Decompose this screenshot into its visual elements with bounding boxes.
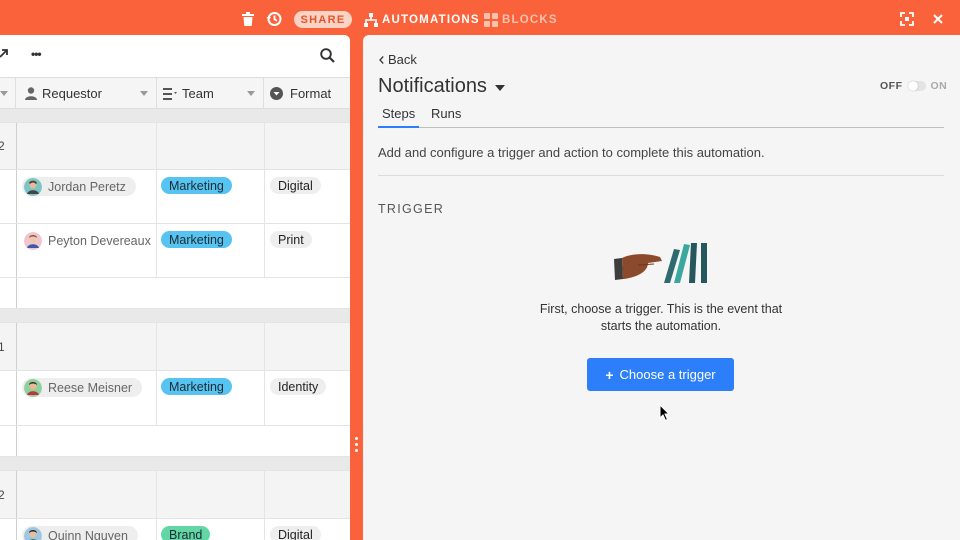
team-tag: Marketing — [161, 378, 232, 395]
share-button[interactable]: SHARE — [294, 11, 352, 28]
column-label: Team — [182, 86, 214, 101]
automation-toggle[interactable]: OFF ON — [880, 80, 947, 92]
requestor-chip[interactable]: Reese Meisner — [22, 378, 143, 397]
top-bar: SHARE AUTOMATIONS BLOCKS — [0, 0, 960, 38]
section-label-trigger: TRIGGER — [378, 202, 445, 216]
grip-dot — [355, 449, 358, 452]
trigger-prompt: First, choose a trigger. This is the eve… — [511, 301, 811, 335]
tab-runs[interactable]: Runs — [431, 106, 461, 128]
table-row[interactable]: Quinn Nguyen Brand Digital — [0, 519, 350, 540]
automation-tabs: Steps Runs — [378, 105, 944, 128]
group-summary-row: 2 — [0, 471, 350, 519]
avatar — [24, 177, 42, 196]
back-label: Back — [388, 52, 417, 67]
requestor-name: Reese Meisner — [48, 380, 133, 395]
chevron-left-icon — [379, 55, 384, 64]
tab-blocks[interactable]: BLOCKS — [484, 11, 558, 28]
search-icon[interactable] — [320, 48, 335, 68]
chevron-down-icon — [0, 91, 8, 96]
prompt-line: First, choose a trigger. This is the eve… — [539, 302, 783, 316]
toggle-off-label: OFF — [880, 80, 903, 92]
column-header-prev[interactable] — [0, 78, 16, 109]
format-tag: Print — [270, 231, 312, 248]
group-header[interactable] — [0, 309, 350, 323]
toggle-on-label: ON — [930, 80, 948, 92]
more-button[interactable]: ••• — [31, 47, 42, 61]
automation-description: Add and configure a trigger and action t… — [378, 145, 765, 160]
avatar — [24, 231, 42, 250]
format-tag: Identity — [270, 378, 327, 395]
table-row[interactable]: Reese Meisner Marketing Identity — [0, 371, 350, 426]
group-count: 2 — [0, 139, 5, 153]
column-label: Format — [290, 86, 332, 101]
requestor-name: Quinn Nguyen — [48, 528, 128, 540]
column-label: Requestor — [42, 86, 102, 101]
column-header-team[interactable]: Team — [157, 78, 264, 109]
table-row[interactable]: Jordan Peretz Marketing Digital — [0, 170, 350, 224]
blocks-icon — [484, 12, 498, 27]
list-icon — [163, 88, 177, 100]
hand-dominoes-illustration — [614, 243, 707, 283]
avatar — [24, 378, 42, 397]
caret-down-icon — [494, 84, 505, 91]
close-icon[interactable] — [929, 10, 947, 28]
grid-toolbar: ••• — [0, 35, 350, 77]
team-tag: Brand — [161, 526, 211, 540]
blocks-label: BLOCKS — [502, 13, 558, 26]
group-count: 1 — [0, 340, 5, 354]
plus-icon: + — [605, 366, 614, 383]
group-count: 2 — [0, 488, 5, 502]
grip-dot — [355, 437, 358, 440]
choose-trigger-button[interactable]: + Choose a trigger — [587, 358, 734, 391]
chevron-down-icon — [140, 91, 148, 96]
requestor-chip[interactable]: Jordan Peretz — [22, 177, 136, 196]
automations-panel: Back Notifications OFF ON Steps Runs Add… — [363, 35, 960, 540]
toggle-switch[interactable] — [907, 81, 926, 91]
requestor-name: Jordan Peretz — [48, 179, 126, 194]
grid-panel: ••• Requestor Team Format 2 Jordan Peret… — [0, 35, 350, 540]
grip-dot — [355, 443, 358, 446]
mouse-cursor-icon — [659, 404, 671, 422]
panel-resize-handle[interactable] — [350, 35, 363, 540]
automation-name: Notifications — [378, 75, 487, 97]
back-link[interactable]: Back — [379, 52, 417, 67]
grid-header: Requestor Team Format — [0, 77, 350, 109]
choose-trigger-label: Choose a trigger — [619, 367, 716, 382]
group-header[interactable] — [0, 109, 350, 123]
chevron-down-icon — [247, 91, 255, 96]
fullscreen-icon[interactable] — [898, 10, 916, 28]
tab-automations[interactable]: AUTOMATIONS — [364, 11, 480, 28]
group-summary-row: 1 — [0, 323, 350, 371]
add-row[interactable] — [0, 278, 350, 309]
history-icon[interactable] — [265, 10, 283, 28]
group-header[interactable] — [0, 457, 350, 471]
automations-icon — [364, 12, 378, 27]
tab-steps[interactable]: Steps — [378, 106, 420, 128]
team-tag: Marketing — [161, 177, 232, 194]
expand-icon[interactable] — [0, 48, 8, 66]
chevron-circle-icon — [270, 87, 283, 100]
person-icon — [25, 87, 37, 100]
requestor-chip[interactable]: Peyton Devereaux — [22, 231, 153, 250]
team-tag: Marketing — [161, 231, 232, 248]
format-tag: Digital — [270, 526, 321, 540]
automation-title[interactable]: Notifications — [378, 75, 505, 98]
divider — [378, 175, 944, 176]
automations-label: AUTOMATIONS — [382, 13, 480, 26]
table-row[interactable]: Peyton Devereaux Marketing Print — [0, 224, 350, 278]
requestor-name: Peyton Devereaux — [48, 233, 151, 248]
group-summary-row: 2 — [0, 123, 350, 170]
trash-icon[interactable] — [239, 10, 257, 28]
column-header-requestor[interactable]: Requestor — [16, 78, 157, 109]
format-tag: Digital — [270, 177, 321, 194]
avatar — [24, 526, 42, 540]
requestor-chip[interactable]: Quinn Nguyen — [22, 526, 138, 540]
column-header-format[interactable]: Format — [264, 78, 350, 109]
prompt-line: starts the automation. — [600, 319, 722, 333]
add-row[interactable] — [0, 426, 350, 457]
